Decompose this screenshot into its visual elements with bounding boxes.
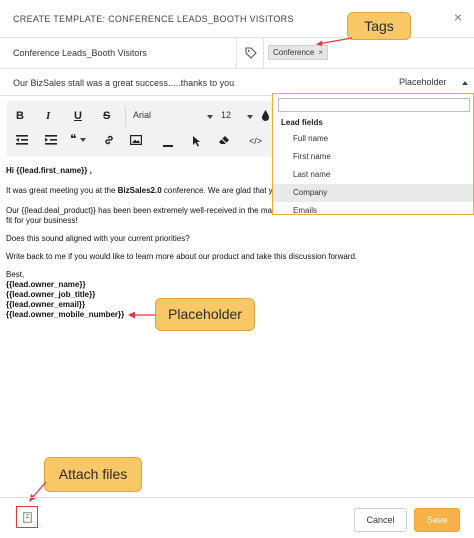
indent-icon[interactable] [45, 135, 57, 148]
signature-owner-title: {{lead.owner_job_title}} [6, 290, 96, 299]
quote-icon: ❝ [70, 132, 77, 146]
font-family-value: Arial [133, 110, 152, 120]
signature-owner-name: {{lead.owner_name}} [6, 280, 86, 289]
eraser-icon[interactable] [218, 135, 230, 148]
greeting-line: Hi {{lead.first_name}} , [6, 166, 92, 176]
template-name-field[interactable]: Conference Leads_Booth Visitors [13, 48, 147, 58]
body-line-1: It was great meeting you at the BizSales… [6, 186, 273, 196]
remove-tag-icon[interactable]: × [318, 48, 323, 57]
template-name-row: Conference Leads_Booth Visitors Conferen… [0, 38, 474, 69]
dialog-footer: Cancel Save [0, 497, 474, 538]
body-line-2a: Our {{lead.deal_product}} has been been … [6, 206, 272, 215]
caret-up-icon[interactable] [462, 81, 468, 85]
code-view-icon[interactable]: </> [249, 136, 262, 146]
line1-suffix: conference. We are glad that y [161, 186, 273, 195]
event-name: BizSales2.0 [117, 186, 162, 195]
chevron-down-icon [247, 115, 253, 119]
placeholder-select[interactable]: Placeholder [399, 77, 447, 87]
image-icon[interactable] [130, 135, 143, 148]
tag-chip-label: Conference [273, 48, 315, 57]
underline-button[interactable]: U [74, 110, 82, 122]
greeting-placeholder: {{lead.first_name}} [16, 166, 88, 175]
font-family-select[interactable]: Arial [133, 110, 217, 125]
body-line-3: Does this sound aligned with your curren… [6, 234, 190, 243]
dropdown-option-company[interactable]: Company [273, 184, 473, 202]
attach-files-button[interactable] [16, 506, 38, 528]
placeholder-dropdown: Lead fields Full name First name Last na… [272, 93, 474, 215]
placeholder-arrow [128, 311, 156, 319]
chevron-down-icon [207, 115, 213, 119]
bold-button[interactable]: B [16, 110, 24, 122]
signature-owner-email: {{lead.owner_email}} [6, 300, 86, 309]
cancel-button[interactable]: Cancel [354, 508, 407, 532]
strikethrough-button[interactable]: S [103, 110, 110, 122]
subject-field[interactable]: Our BizSales stall was a great success..… [13, 78, 234, 88]
sign-off: Best, [6, 270, 25, 279]
cursor-icon[interactable] [192, 135, 201, 150]
save-button[interactable]: Save [414, 508, 460, 532]
signature-owner-mobile: {{lead.owner_mobile_number}} [6, 310, 125, 319]
dropdown-option-emails[interactable]: Emails [273, 202, 473, 214]
font-size-select[interactable]: 12 [221, 110, 257, 125]
placeholder-search-input[interactable] [278, 98, 470, 112]
subject-row: Our BizSales stall was a great success..… [0, 69, 474, 96]
dialog-title: CREATE TEMPLATE: CONFERENCE LEADS_BOOTH … [13, 14, 294, 24]
horizontal-rule-icon[interactable] [163, 139, 173, 151]
blockquote-button[interactable]: ❝ [70, 132, 86, 146]
tags-callout: Tags [347, 12, 411, 40]
dropdown-option-last-name[interactable]: Last name [273, 166, 473, 184]
text-color-icon[interactable] [261, 109, 270, 124]
toolbar-divider [125, 107, 126, 127]
dropdown-group-label: Lead fields [281, 118, 323, 127]
body-line-4: Write back to me if you would like to le… [6, 252, 358, 261]
line1-prefix: It was great meeting you at the [6, 186, 118, 195]
chevron-down-icon [79, 137, 86, 142]
placeholder-callout: Placeholder [155, 298, 255, 331]
greeting-prefix: Hi [6, 166, 17, 175]
link-icon[interactable] [103, 134, 115, 149]
greeting-suffix: , [87, 166, 92, 175]
body-line-2b: fit for your business! [6, 216, 78, 225]
paperclip-icon [23, 512, 32, 523]
tag-icon[interactable] [236, 38, 264, 69]
dropdown-option-first-name[interactable]: First name [273, 148, 473, 166]
outdent-icon[interactable] [16, 135, 28, 148]
attach-files-callout: Attach files [44, 457, 142, 492]
tags-arrow [316, 37, 353, 46]
editor-toolbar: B I U S Arial 12 ❝ </> [7, 101, 279, 157]
dropdown-option-full-name[interactable]: Full name [273, 130, 473, 148]
font-size-value: 12 [221, 110, 232, 120]
close-icon[interactable]: × [454, 9, 462, 25]
italic-button[interactable]: I [46, 110, 50, 122]
